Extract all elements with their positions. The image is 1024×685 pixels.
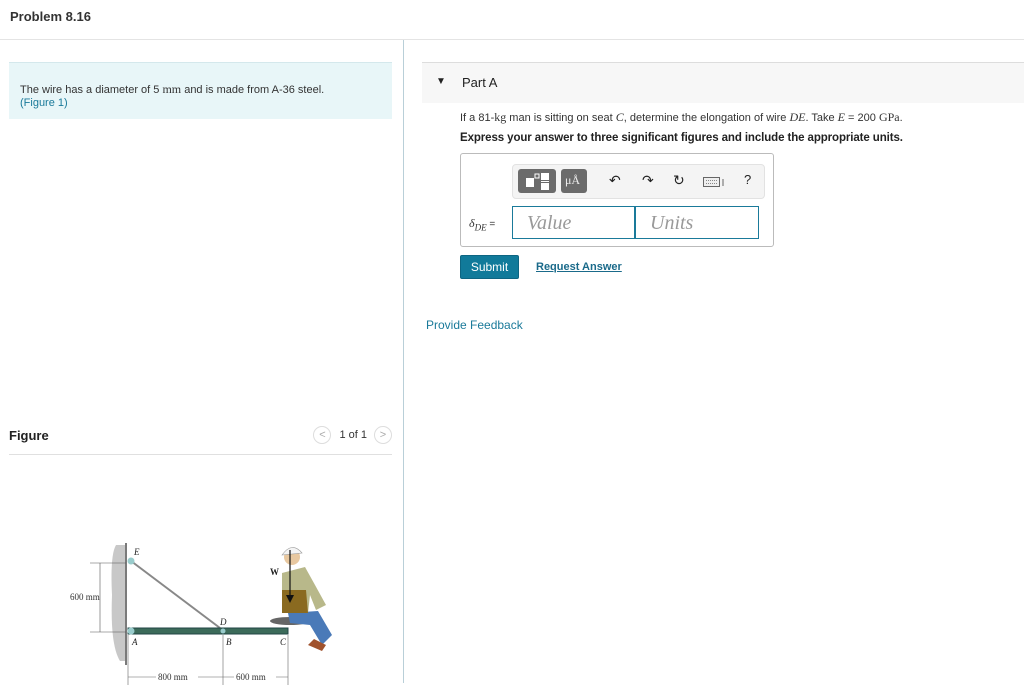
part-a-header[interactable]: ▼ Part A (422, 62, 1024, 103)
submit-button[interactable]: Submit (460, 255, 519, 279)
figure-pager: < 1 of 1 > (313, 426, 392, 444)
figure-header: Figure < 1 of 1 > (9, 426, 392, 455)
redo-icon[interactable]: ↷ (642, 172, 654, 189)
top-bar: Problem 8.16 (0, 0, 1024, 40)
chevron-right-icon: > (379, 429, 387, 441)
answer-label: δDE = (469, 216, 496, 233)
figure-diagram: 600 mm E D A B C W 800 mm 600 mm (70, 543, 332, 685)
math-toolbar: μÅ ↶ ↷ ↻ ? (512, 164, 765, 199)
help-button[interactable]: ? (744, 172, 751, 187)
units-label: μÅ (565, 173, 581, 187)
dim-height-label: 600 mm (70, 592, 100, 602)
problem-panel: The wire has a diameter of 5 mm and is m… (0, 40, 404, 685)
question-text: If a 81-kg man is sitting on seat C, det… (460, 110, 903, 124)
request-answer-link[interactable]: Request Answer (536, 261, 622, 273)
wall (111, 545, 125, 661)
units-input[interactable]: Units (635, 206, 759, 239)
wire-de (130, 560, 221, 629)
templates-icon (526, 173, 549, 190)
problem-intro: The wire has a diameter of 5 mm and is m… (9, 62, 392, 119)
figure-label: Figure (9, 428, 49, 443)
svg-text:C: C (280, 637, 287, 647)
figure-counter: 1 of 1 (339, 429, 367, 441)
value-input[interactable]: Value (512, 206, 635, 239)
undo-icon[interactable]: ↶ (609, 172, 621, 189)
caret-down-icon: ▼ (436, 76, 446, 87)
intro-text: The wire has a diameter of 5 mm and is m… (20, 82, 325, 97)
answer-box: μÅ ↶ ↷ ↻ ? δDE = Value Units (460, 153, 774, 247)
figure-link[interactable]: (Figure 1) (20, 97, 392, 110)
beam-abc (127, 627, 289, 635)
figure-prev-button[interactable]: < (313, 426, 332, 444)
figure-next-button[interactable]: > (374, 426, 392, 444)
chevron-left-icon: < (319, 429, 326, 441)
dim-ab-label: 800 mm (158, 672, 188, 682)
svg-text:W: W (270, 567, 279, 577)
instruction-text: Express your answer to three significant… (460, 132, 903, 144)
part-a-label: Part A (462, 75, 498, 90)
svg-text:A: A (131, 637, 138, 647)
reset-icon[interactable]: ↻ (673, 172, 685, 189)
units-button[interactable]: μÅ (561, 169, 587, 193)
svg-text:B: B (226, 637, 232, 647)
provide-feedback-link[interactable]: Provide Feedback (426, 318, 523, 332)
templates-button[interactable] (518, 169, 556, 193)
dim-bc-label: 600 mm (236, 672, 266, 682)
problem-title: Problem 8.16 (10, 9, 91, 24)
part-panel: ▼ Part A If a 81-kg man is sitting on se… (405, 40, 1024, 683)
keyboard-icon[interactable] (703, 177, 725, 188)
man-legs (288, 611, 332, 645)
svg-text:E: E (133, 547, 140, 557)
svg-text:D: D (219, 617, 227, 627)
